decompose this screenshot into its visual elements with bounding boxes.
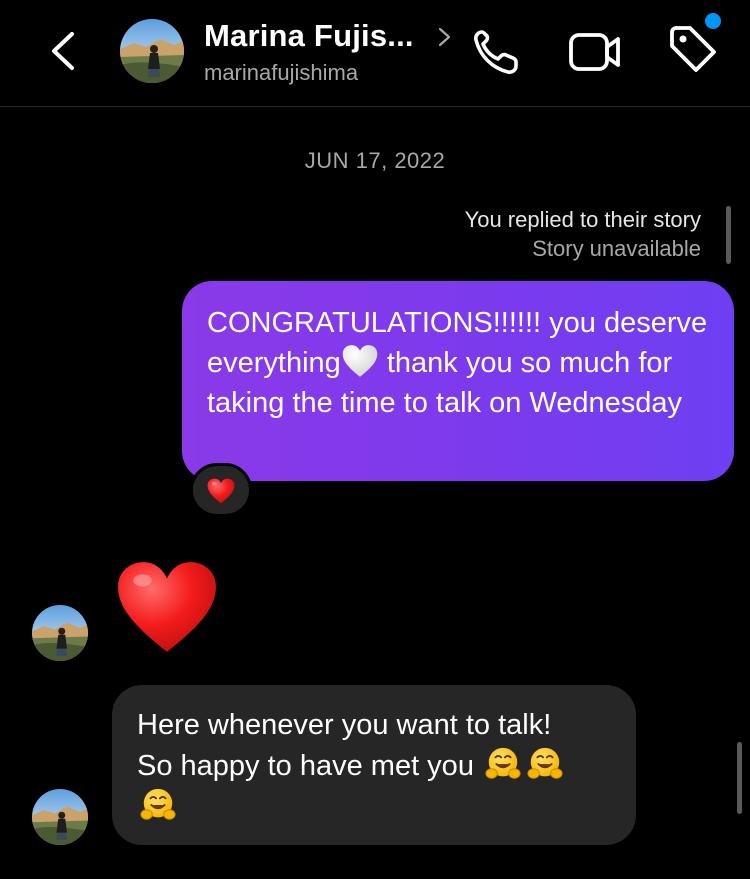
tag-icon[interactable] <box>666 24 722 76</box>
contact-avatar[interactable] <box>120 19 184 83</box>
chevron-right-icon[interactable] <box>434 26 454 48</box>
white-heart-emoji <box>342 344 378 378</box>
received-message-line-1: Here whenever you want to talk! <box>137 709 552 741</box>
contact-handle[interactable]: marinafujishima <box>204 60 358 86</box>
contact-name[interactable]: Marina Fujis... <box>204 18 414 54</box>
phone-icon[interactable] <box>472 28 522 76</box>
scrollbar[interactable] <box>737 742 742 814</box>
sent-message-bubble[interactable]: CONGRATULATIONS!!!!!! you deserve everyt… <box>182 281 734 481</box>
red-heart-emoji-message[interactable] <box>116 558 218 656</box>
story-unavailable-label: Story unavailable <box>532 236 701 261</box>
story-reply-bar <box>726 206 731 264</box>
received-message-line-3-row <box>137 786 612 827</box>
story-reply-title: You replied to their story <box>464 207 701 232</box>
date-separator: JUN 17, 2022 <box>304 148 446 173</box>
received-message-bubble[interactable]: Here whenever you want to talk! So happy… <box>112 685 636 845</box>
chat-header: Marina Fujis... marinafujishima <box>0 0 750 107</box>
hugging-face-emoji <box>484 745 522 783</box>
notification-dot <box>705 13 721 29</box>
received-message-line-2: So happy to have met you <box>137 750 474 782</box>
contact-avatar-small[interactable] <box>32 789 88 845</box>
received-message-line-2-row: So happy to have met you <box>137 745 612 786</box>
hugging-face-emoji <box>526 745 564 783</box>
red-heart-reaction-icon <box>207 478 235 504</box>
message-reaction[interactable] <box>190 463 252 517</box>
back-chevron-icon[interactable] <box>46 28 82 74</box>
video-camera-icon[interactable] <box>568 30 622 74</box>
contact-avatar-small[interactable] <box>32 605 88 661</box>
hugging-face-emoji <box>139 786 177 824</box>
